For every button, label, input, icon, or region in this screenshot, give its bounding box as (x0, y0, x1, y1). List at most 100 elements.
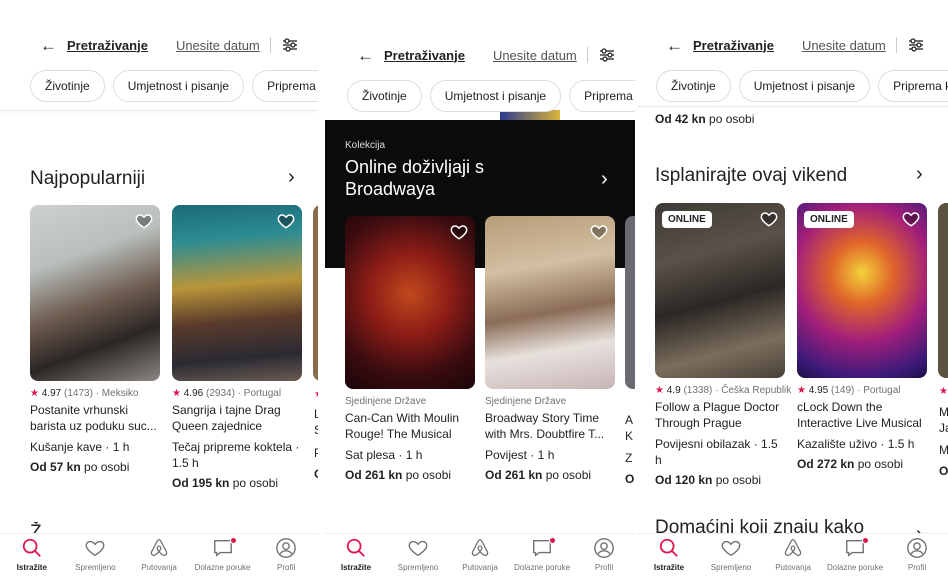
chip-art-writing[interactable]: Umjetnost i pisanje (112, 70, 245, 102)
partial-text: K (625, 429, 634, 443)
chevron-right-icon[interactable]: › (916, 163, 923, 186)
category-chips: Životinje Umjetnost i pisanje Priprema k… (347, 80, 635, 112)
nav-trips[interactable]: Putovanja (452, 537, 508, 572)
star-icon: ★ (172, 388, 181, 399)
chip-animals[interactable]: Životinje (656, 70, 731, 102)
review-count: (1338) (683, 385, 713, 396)
experience-photo (485, 216, 615, 389)
screen-panel-2: Kolekcija Online doživljaji s Broadwaya … (325, 0, 635, 581)
chevron-right-icon[interactable]: › (601, 168, 608, 191)
back-arrow-icon[interactable]: ← (357, 47, 374, 64)
heart-icon[interactable] (277, 212, 295, 230)
heart-icon[interactable] (450, 223, 468, 241)
price-suffix: po osobi (80, 460, 130, 474)
header-divider (895, 37, 897, 53)
nav-label: Spremljeno (397, 563, 439, 572)
nav-profile[interactable]: Profil (258, 537, 314, 572)
nav-inbox[interactable]: Dolazne poruke (827, 537, 883, 572)
nav-profile[interactable]: Profil (576, 537, 632, 572)
price-value: Od 261 kn (345, 468, 403, 482)
experience-card[interactable]: Sjedinjene Države Can-Can With Moulin Ro… (345, 216, 475, 482)
experience-card[interactable]: ★ 4.97 (1473) · Meksiko Postanite vrhuns… (30, 205, 160, 474)
nav-profile[interactable]: Profil (889, 537, 945, 572)
experience-meta: Sat plesa · 1 h (345, 448, 423, 462)
nav-label: Spremljeno (710, 563, 752, 572)
nav-trips[interactable]: Putovanja (131, 537, 187, 572)
nav-saved[interactable]: Spremljeno (67, 537, 123, 572)
price-value: Od 120 kn (655, 473, 713, 487)
date-link[interactable]: Unesite datum (176, 38, 260, 53)
experience-card[interactable]: ★ 4.96 (2934) · Portugal Sangrija i tajn… (172, 205, 302, 490)
review-count: (149) (831, 385, 855, 396)
nav-trips[interactable]: Putovanja (765, 537, 821, 572)
search-link[interactable]: Pretraživanje (693, 38, 774, 53)
star-icon: ★ (655, 385, 664, 396)
partial-card (313, 205, 318, 381)
sliders-icon[interactable] (598, 46, 616, 64)
chip-art-writing[interactable]: Umjetnost i pisanje (429, 80, 562, 112)
search-link[interactable]: Pretraživanje (384, 48, 465, 63)
nav-saved[interactable]: Spremljeno (703, 537, 759, 572)
partial-star: ★ (314, 389, 318, 400)
online-badge: ONLINE (662, 211, 712, 228)
search-icon (346, 538, 365, 557)
header-divider (586, 47, 588, 63)
experience-price: Od 120 kn po osobi (655, 473, 785, 487)
heart-icon (85, 540, 105, 557)
user-circle-icon (907, 538, 927, 558)
nav-label: Dolazne poruke (194, 563, 251, 572)
price-value: Od 57 kn (30, 460, 81, 474)
rating-value: 4.97 (41, 388, 62, 399)
location: · Portugal (237, 388, 282, 399)
notification-dot (229, 537, 237, 544)
partial-card (938, 203, 948, 378)
rating-line: ★ 4.96 (2934) · Portugal (172, 388, 302, 399)
nav-explore[interactable]: Istražite (641, 537, 697, 572)
experience-title: Can-Can With Moulin Rouge! The Musical (345, 411, 460, 441)
search-link[interactable]: Pretraživanje (67, 38, 148, 53)
section-title-weekend: Isplanirajte ovaj vikend (655, 165, 848, 186)
nav-inbox[interactable]: Dolazne poruke (195, 537, 251, 572)
nav-explore[interactable]: Istražite (328, 537, 384, 572)
bottom-nav: Istražite Spremljeno Putovanja Dolazne p… (0, 533, 318, 581)
nav-explore[interactable]: Istražite (4, 537, 60, 572)
heart-icon[interactable] (902, 210, 920, 228)
nav-label: Istražite (16, 563, 47, 572)
price-value: Od 261 kn (485, 468, 543, 482)
chip-animals[interactable]: Životinje (30, 70, 105, 102)
back-arrow-icon[interactable]: ← (666, 37, 683, 54)
nav-inbox[interactable]: Dolazne poruke (514, 537, 570, 572)
nav-label: Istražite (653, 563, 685, 572)
date-link[interactable]: Unesite datum (493, 48, 577, 63)
experience-card[interactable]: ONLINE ★ 4.95 (149) · Portugal cLock Dow… (797, 203, 927, 471)
chip-cooking[interactable]: Priprema ko (569, 80, 635, 112)
experience-card[interactable]: Sjedinjene Države Broadway Story Time wi… (485, 216, 615, 482)
experience-price: Od 195 kn po osobi (172, 476, 302, 490)
partial-text: M (939, 405, 948, 419)
search-header: ← Pretraživanje Unesite datum (666, 36, 948, 54)
experience-meta: Kazalište uživo · 1.5 h (797, 437, 915, 451)
nav-saved[interactable]: Spremljeno (390, 537, 446, 572)
partial-text: A (625, 413, 634, 427)
price-suffix: po osobi (712, 473, 762, 487)
heart-icon[interactable] (135, 212, 153, 230)
date-link[interactable]: Unesite datum (802, 38, 886, 53)
heart-icon[interactable] (760, 210, 778, 228)
chevron-right-icon[interactable]: › (288, 166, 295, 189)
chip-animals[interactable]: Životinje (347, 80, 422, 112)
partial-star: ★ (939, 386, 948, 397)
partial-text: Li (314, 407, 318, 421)
experience-card[interactable]: ONLINE ★ 4.9 (1338) · Češka Republik Fol… (655, 203, 791, 487)
chip-art-writing[interactable]: Umjetnost i pisanje (738, 70, 871, 102)
review-count: (2934) (206, 388, 235, 399)
chip-cooking[interactable]: Priprema ko (878, 70, 948, 102)
experience-title: Broadway Story Time with Mrs. Doubtfire … (485, 411, 605, 441)
chip-cooking[interactable]: Priprema ko (252, 70, 318, 102)
partial-text: O (314, 467, 318, 481)
sliders-icon[interactable] (281, 36, 299, 54)
back-arrow-icon[interactable]: ← (40, 37, 57, 54)
location: · Češka Republik (715, 385, 792, 396)
heart-icon[interactable] (590, 223, 608, 241)
partial-text: O (625, 472, 635, 486)
sliders-icon[interactable] (907, 36, 925, 54)
